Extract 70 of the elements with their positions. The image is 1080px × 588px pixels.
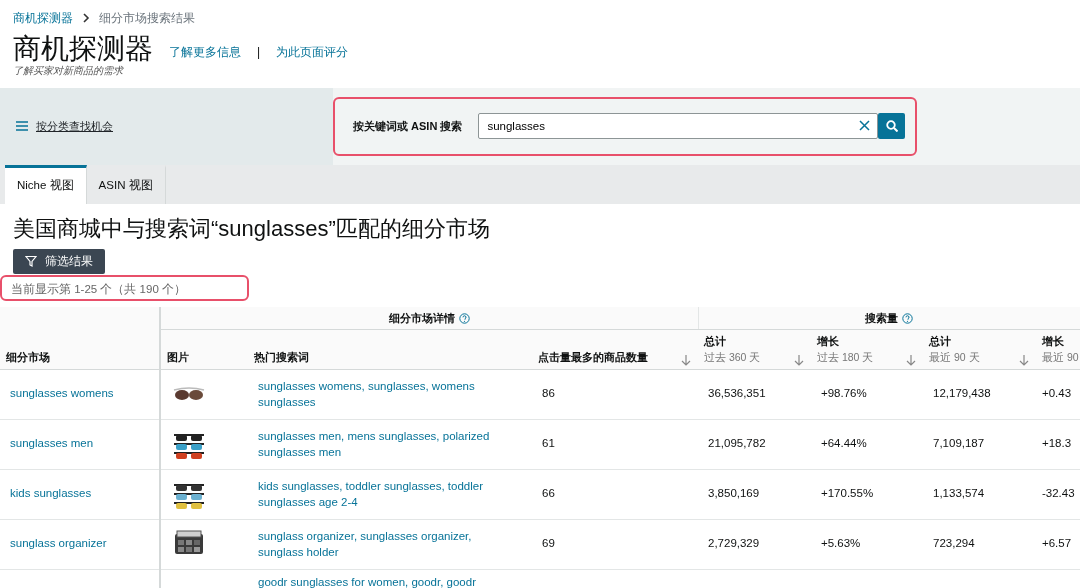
filter-button[interactable]: 筛选结果 (13, 248, 105, 274)
sort-arrow-icon[interactable] (1018, 353, 1030, 366)
niche-link[interactable]: sunglasses womens (10, 387, 114, 400)
column-header: 增长 (817, 335, 839, 348)
group-header: 搜索量 (865, 310, 898, 326)
close-icon[interactable] (859, 120, 871, 132)
table-cell: 36,536,351 (708, 387, 766, 400)
header-link[interactable]: 了解更多信息 (169, 42, 241, 61)
column-header: 总计 (929, 335, 951, 348)
search-terms: sunglasses womens, sunglasses, womens sunglasses (258, 379, 475, 409)
table-cell: +0.43 (1042, 387, 1072, 400)
column-header: 图片 (167, 351, 189, 364)
sort-arrow-icon[interactable] (680, 353, 692, 366)
results-count: 当前显示第 1-25 个（共 190 个） (0, 274, 249, 301)
table-cell: 86 (542, 387, 555, 400)
search-icon (885, 120, 898, 133)
table-cell: 1,133,574 (933, 487, 985, 500)
table-cell: +170.55% (821, 487, 874, 500)
table-cell: -32.43 (1042, 487, 1075, 500)
niche-link[interactable]: sunglasses men (10, 437, 94, 450)
search-button[interactable] (878, 113, 906, 140)
search-terms: sunglasses men, mens sunglasses, polarized sunglasses men (258, 429, 490, 459)
column-header: 点击量最多的商品数量 (538, 351, 648, 364)
niche-link[interactable]: sunglass organizer (10, 537, 107, 550)
column-sublabel: 最近 90 天 (929, 349, 980, 365)
column-sublabel: 过去 360 天 (704, 349, 761, 365)
table-cell: 61 (542, 437, 555, 450)
table-cell: 7,109,187 (933, 437, 985, 450)
tab[interactable]: Niche 视图 (5, 164, 87, 204)
table-cell: 12,179,438 (933, 387, 991, 400)
table-cell: +64.44% (821, 437, 867, 450)
category-link[interactable]: 按分类查找机会 (36, 118, 113, 135)
table-cell: 21,095,782 (708, 437, 766, 450)
search-terms: goodr sunglasses for women, goodr, goodr (258, 575, 476, 588)
column-header: 增长 (1042, 335, 1064, 348)
breadcrumb-current: 细分市场搜索结果 (99, 9, 195, 27)
link-separator: | (257, 43, 261, 61)
table-cell: 69 (542, 537, 555, 550)
table-cell: +5.63% (821, 537, 861, 550)
header-link[interactable]: 为此页面评分 (276, 42, 349, 61)
search-label: 按关键词或 ASIN 搜索 (353, 119, 463, 135)
table-cell: +18.3 (1042, 437, 1072, 450)
menu-icon[interactable] (16, 120, 28, 133)
column-header: 总计 (704, 335, 726, 348)
table-cell: +6.57 (1042, 537, 1072, 550)
column-header: 热门搜索词 (254, 351, 309, 364)
column-sublabel: 过去 180 天 (817, 349, 874, 365)
column-header: 细分市场 (0, 306, 160, 370)
table-cell: +98.76% (821, 387, 867, 400)
filter-icon (25, 255, 37, 268)
column-sublabel: 最近 90 (1042, 349, 1079, 365)
table-cell: 66 (542, 487, 555, 500)
group-header: 细分市场详情 (388, 310, 455, 326)
breadcrumb-link[interactable]: 商机探测器 (13, 8, 73, 27)
table-cell: 2,729,329 (708, 537, 760, 550)
sort-arrow-icon[interactable] (793, 353, 805, 366)
tab[interactable]: ASIN 视图 (86, 164, 166, 204)
chevron-icon (81, 11, 91, 24)
niche-link[interactable]: kids sunglasses (10, 487, 92, 500)
help-icon[interactable] (458, 312, 470, 324)
results-title: 美国商城中与搜索词“sunglasses”匹配的细分市场 (12, 214, 491, 243)
sort-arrow-icon[interactable] (905, 353, 917, 366)
page-title: 商机探测器 (13, 34, 153, 65)
search-terms: kids sunglasses, toddler sunglasses, toddler sunglasses age 2-4 (258, 479, 483, 509)
search-field[interactable]: sunglasses (478, 113, 879, 140)
page-subtitle: 了解买家对新商品的需求 (12, 63, 125, 78)
table-cell: 3,850,169 (708, 487, 760, 500)
search-terms: sunglass organizer, sunglasses organizer, sunglass holder (258, 529, 472, 559)
help-icon[interactable] (902, 312, 913, 324)
table-cell: 723,294 (933, 537, 975, 550)
